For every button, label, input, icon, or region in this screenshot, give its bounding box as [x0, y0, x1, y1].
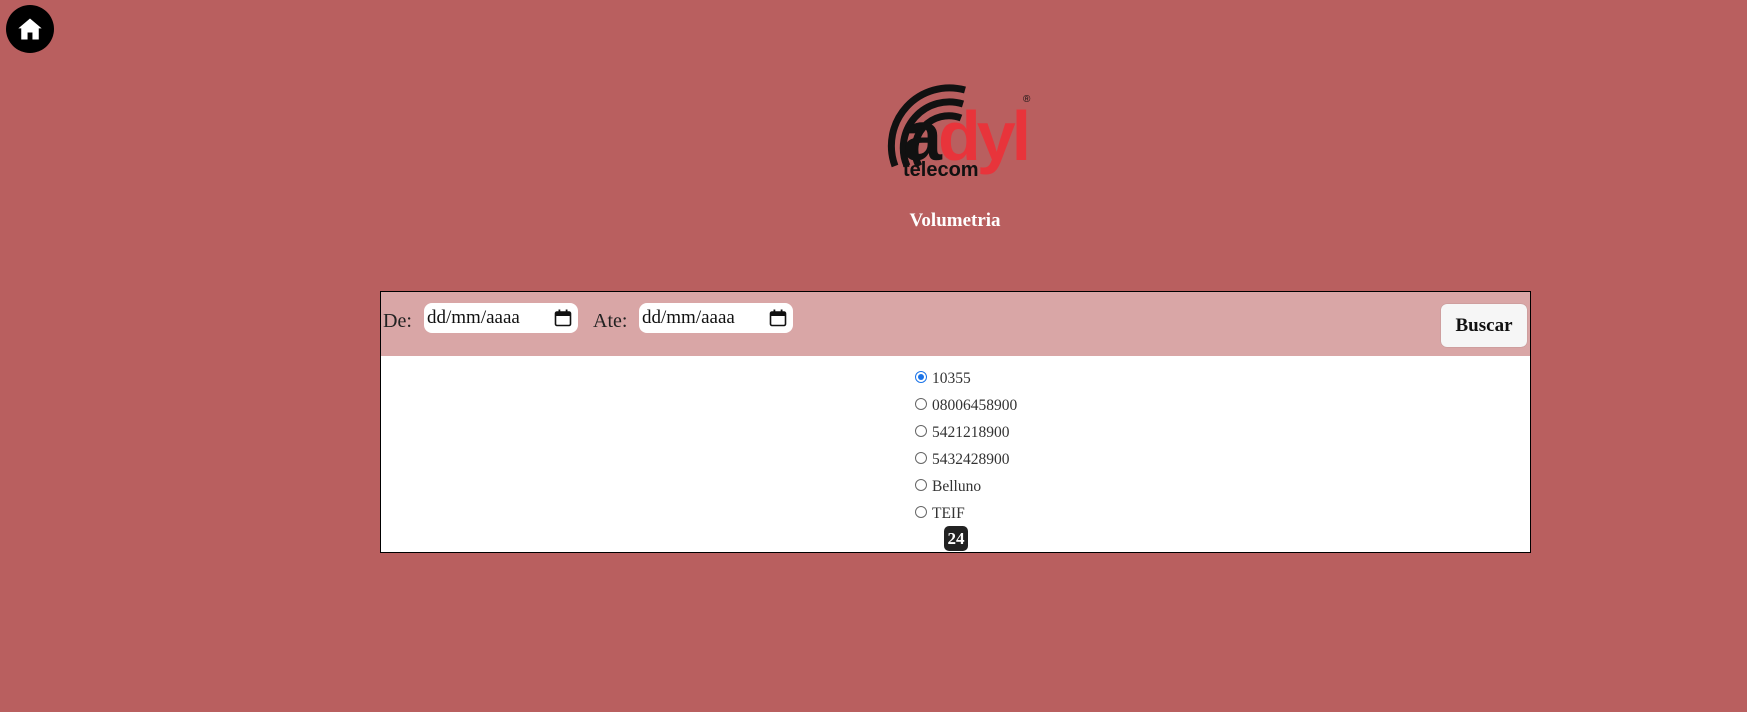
svg-text:telecom: telecom: [903, 159, 979, 178]
radio-selected[interactable]: [915, 370, 927, 383]
option-label: 5432428900: [932, 450, 1010, 468]
home-button[interactable]: [6, 5, 54, 53]
svg-text:®: ®: [1023, 94, 1031, 105]
radio[interactable]: [915, 478, 927, 491]
to-date-input[interactable]: dd/mm/aaaa: [639, 303, 793, 333]
option-label: TEIF: [932, 504, 965, 522]
radio[interactable]: [915, 397, 927, 410]
filter-bar: De: dd/mm/aaaa Ate: dd/mm/aaaa Buscar: [381, 292, 1530, 356]
option-label: 10355: [932, 369, 971, 387]
count-badge: 24: [944, 526, 968, 551]
volumetry-panel: De: dd/mm/aaaa Ate: dd/mm/aaaa Buscar 10…: [380, 291, 1531, 553]
from-date-label: De:: [383, 310, 412, 332]
to-date-label: Ate:: [593, 310, 628, 332]
adyl-telecom-logo: adyl telecom ®: [873, 82, 1035, 181]
number-options: 10355 08006458900 5421218900 5432428900 …: [915, 365, 1017, 527]
radio[interactable]: [915, 505, 927, 518]
radio[interactable]: [915, 451, 927, 464]
option-5432428900[interactable]: 5432428900: [915, 446, 1017, 473]
option-08006458900[interactable]: 08006458900: [915, 392, 1017, 419]
calendar-icon[interactable]: [554, 309, 572, 327]
home-icon: [18, 18, 42, 40]
from-date-value: dd/mm/aaaa: [427, 307, 520, 328]
calendar-icon[interactable]: [769, 309, 787, 327]
from-date-input[interactable]: dd/mm/aaaa: [424, 303, 578, 333]
to-date-value: dd/mm/aaaa: [642, 307, 735, 328]
radio[interactable]: [915, 424, 927, 437]
page-title: Volumetria: [909, 210, 1001, 231]
option-teif[interactable]: TEIF: [915, 500, 1017, 527]
option-10355[interactable]: 10355: [915, 365, 1017, 392]
option-belluno[interactable]: Belluno: [915, 473, 1017, 500]
option-label: 5421218900: [932, 423, 1010, 441]
option-label: 08006458900: [932, 396, 1018, 414]
option-5421218900[interactable]: 5421218900: [915, 419, 1017, 446]
search-button[interactable]: Buscar: [1441, 304, 1527, 347]
option-label: Belluno: [932, 477, 982, 495]
